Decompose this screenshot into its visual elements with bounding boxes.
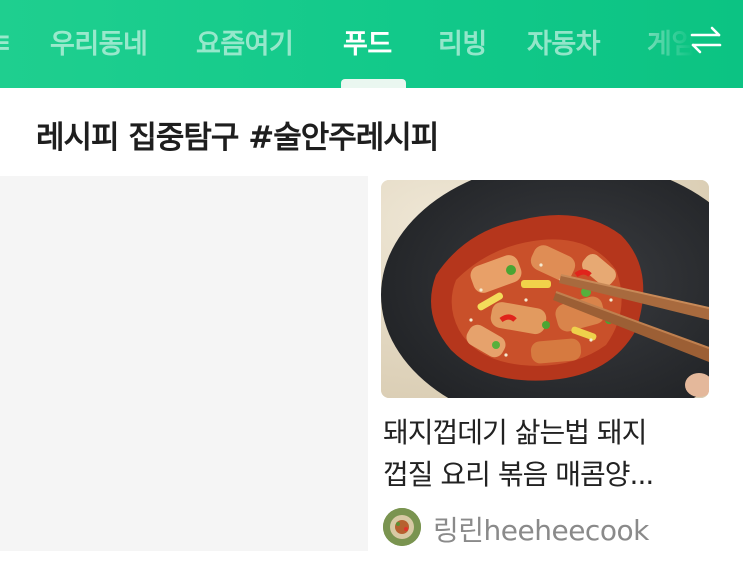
recipe-card[interactable]: 돼지껍데기 삶는법 돼지 껍질 요리 볶음 매콤양... 링린heeheecoo…	[381, 180, 709, 552]
recipe-thumbnail[interactable]	[381, 180, 709, 398]
author-avatar	[383, 508, 421, 546]
recipe-card-title-line1: 돼지껍데기 삶는법 돼지	[383, 416, 647, 449]
section-title: 레시피 집중탐구 #술안주레시피	[36, 120, 439, 156]
tab-partial-left[interactable]: ㅌ	[0, 22, 13, 61]
tab-trending[interactable]: 요즘여기	[196, 22, 294, 61]
tab-living[interactable]: 리빙	[438, 22, 487, 61]
top-nav: ㅌ 우리동네 요즘여기 푸드 리빙 자동차 게임	[0, 0, 743, 88]
tab-neighborhood[interactable]: 우리동네	[50, 22, 148, 61]
recipe-card-title-line2: 껍질 요리 볶음 매콤양...	[383, 458, 654, 491]
recipe-card-title[interactable]: 돼지껍데기 삶는법 돼지 껍질 요리 볶음 매콤양...	[383, 412, 713, 496]
active-tab-indicator	[341, 79, 406, 88]
card-placeholder[interactable]	[0, 176, 368, 551]
author-row[interactable]: 링린heeheecook	[383, 506, 713, 547]
tab-car[interactable]: 자동차	[527, 22, 601, 61]
swap-arrows-icon[interactable]	[686, 20, 726, 60]
tab-food[interactable]: 푸드	[343, 22, 392, 61]
author-name: 링린heeheecook	[433, 514, 649, 547]
